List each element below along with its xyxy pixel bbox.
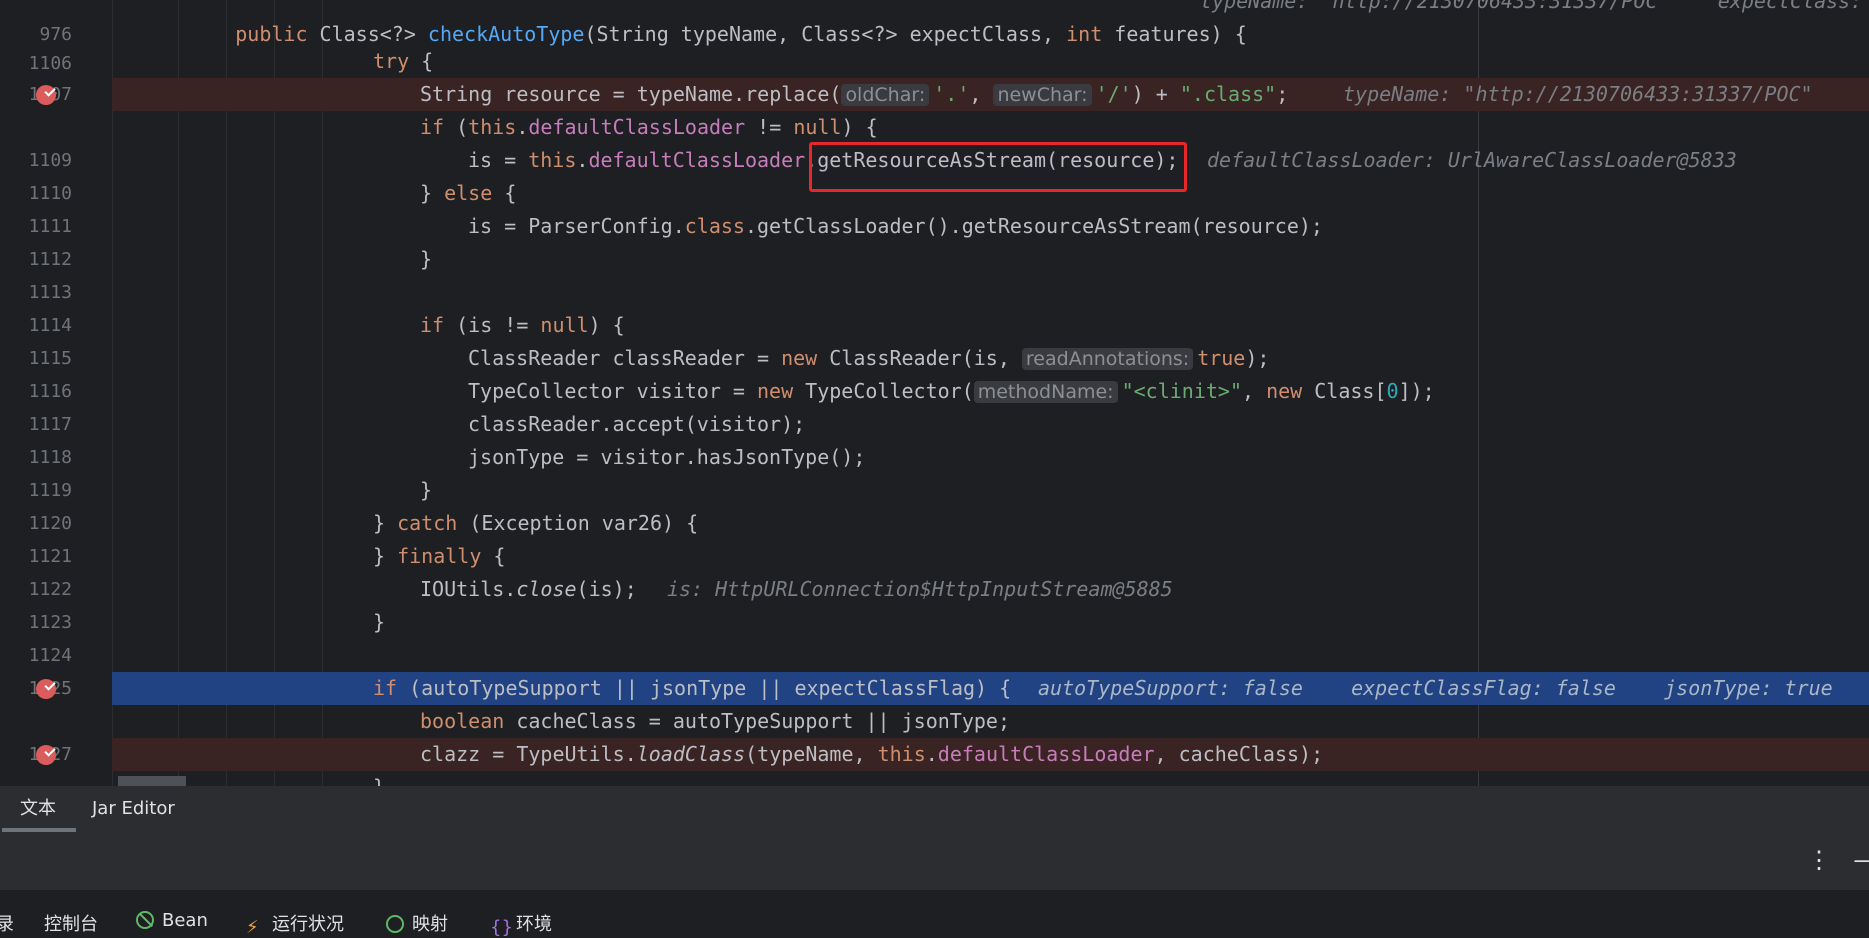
more-options-icon[interactable]: ⋮ [1807, 846, 1831, 874]
code-editor[interactable]: 976 public Class<?> checkAutoType(String… [0, 0, 1869, 786]
code-text: } catch (Exception var26) { [373, 511, 699, 535]
code-line[interactable]: 1107 try { [0, 45, 1869, 105]
code-line[interactable]: 1116 ClassReader classReader = new Class… [0, 342, 1869, 402]
code-text: } else { [420, 181, 517, 205]
horizontal-scrollbar-thumb[interactable] [118, 776, 186, 786]
code-text: } [373, 771, 385, 786]
tool-tab-environment[interactable]: {} 环境 [490, 910, 552, 938]
code-text: if (is != null) { [420, 313, 625, 337]
param-hint: newChar: [993, 84, 1092, 106]
code-line[interactable]: 1129 } [0, 771, 1869, 786]
code-text: if (this.defaultClassLoader != null) { [420, 115, 878, 139]
breakpoint-icon[interactable] [36, 679, 56, 699]
param-hint: readAnnotations: [1021, 348, 1194, 370]
tool-tab-health[interactable]: ⚡ 运行状况 [246, 910, 344, 938]
code-line[interactable]: 1124 } [0, 606, 1869, 666]
code-text: try { [373, 49, 434, 73]
highlight-annotation-box [809, 142, 1187, 192]
tab-text[interactable]: 文本 [2, 786, 76, 832]
health-icon: ⚡ [246, 917, 259, 938]
minimize-icon[interactable]: — [1855, 846, 1869, 874]
code-line-current[interactable]: if (autoTypeSupport || jsonType || expec… [0, 672, 1869, 705]
code-line[interactable]: 1112 is = ParserConfig.class.getClassLoa… [0, 210, 1869, 270]
environment-icon: {} [490, 917, 513, 938]
code-line[interactable]: 1114 [0, 276, 1869, 336]
code-text: ClassReader classReader = new ClassReade… [468, 346, 1270, 370]
code-line-breakpoint[interactable]: String resource = typeName.replace(oldCh… [0, 78, 1869, 111]
breakpoint-icon[interactable] [36, 745, 56, 765]
bottom-tool-bar: 录 控制台 Bean ⚡ 运行状况 映射 {} 环境 [0, 890, 1869, 938]
code-line[interactable]: 1123 IOUtils.close(is); is: HttpURLConne… [0, 573, 1869, 633]
code-line[interactable]: 1122 } finally { [0, 540, 1869, 600]
code-text: } [420, 478, 433, 502]
code-text: } finally { [373, 544, 506, 568]
breakpoint-icon[interactable] [36, 85, 56, 105]
tab-jar-editor[interactable]: Jar Editor [92, 786, 175, 832]
code-line[interactable]: 1109 if (this.defaultClassLoader != null… [0, 111, 1869, 171]
editor-tab-bar: 文本 Jar Editor [0, 786, 1869, 833]
tool-tab-mapping[interactable]: 映射 [386, 910, 448, 936]
param-hint: oldChar: [841, 84, 930, 106]
code-line[interactable]: 1127 boolean cacheClass = autoTypeSuppor… [0, 705, 1869, 765]
code-text: clazz = TypeUtils.loadClass(typeName, th… [420, 742, 1324, 766]
code-text: jsonType = visitor.hasJsonType(); [468, 445, 866, 469]
code-line[interactable]: 1106 [0, 14, 1869, 74]
code-line[interactable]: 1113 } [0, 243, 1869, 303]
code-text: } [420, 247, 433, 271]
code-text: if (autoTypeSupport || jsonType || expec… [373, 676, 1012, 700]
code-line-breakpoint[interactable]: clazz = TypeUtils.loadClass(typeName, th… [0, 738, 1869, 771]
code-text: String resource = typeName.replace(oldCh… [420, 82, 1289, 106]
code-line[interactable]: 1120 } [0, 474, 1869, 534]
debug-inline-value: autoTypeSupport: false expectClassFlag: … [1038, 676, 1833, 700]
code-line[interactable]: 1115 if (is != null) { [0, 309, 1869, 369]
tool-tab-partial[interactable]: 录 [0, 910, 14, 936]
tool-tab-console[interactable]: 控制台 [44, 910, 98, 936]
code-line[interactable]: 1125 [0, 639, 1869, 699]
code-line[interactable]: 1121 } catch (Exception var26) { [0, 507, 1869, 567]
code-line[interactable]: 1117 TypeCollector visitor = new TypeCol… [0, 375, 1869, 435]
code-line[interactable]: 1118 classReader.accept(visitor); [0, 408, 1869, 468]
bean-icon [136, 911, 154, 929]
code-text: is = ParserConfig.class.getClassLoader()… [468, 214, 1323, 238]
code-text: boolean cacheClass = autoTypeSupport || … [420, 709, 1011, 733]
tool-tab-bean[interactable]: Bean [136, 910, 208, 931]
code-line[interactable]: 1119 jsonType = visitor.hasJsonType(); [0, 441, 1869, 501]
debug-inline-value: defaultClassLoader: UrlAwareClassLoader@… [1207, 148, 1737, 172]
code-text: } [373, 610, 386, 634]
code-text: TypeCollector visitor = new TypeCollecto… [468, 379, 1435, 403]
tool-window-header: ⋮ — [0, 832, 1869, 890]
code-text: IOUtils.close(is); [420, 577, 637, 601]
debug-inline-value: is: HttpURLConnection$HttpInputStream@58… [667, 577, 1173, 601]
param-hint: methodName: [973, 381, 1118, 403]
mapping-icon [386, 915, 404, 933]
code-text: classReader.accept(visitor); [468, 412, 806, 436]
debug-inline-value: typeName: "http://2130706433:31337/POC" [1343, 82, 1813, 106]
